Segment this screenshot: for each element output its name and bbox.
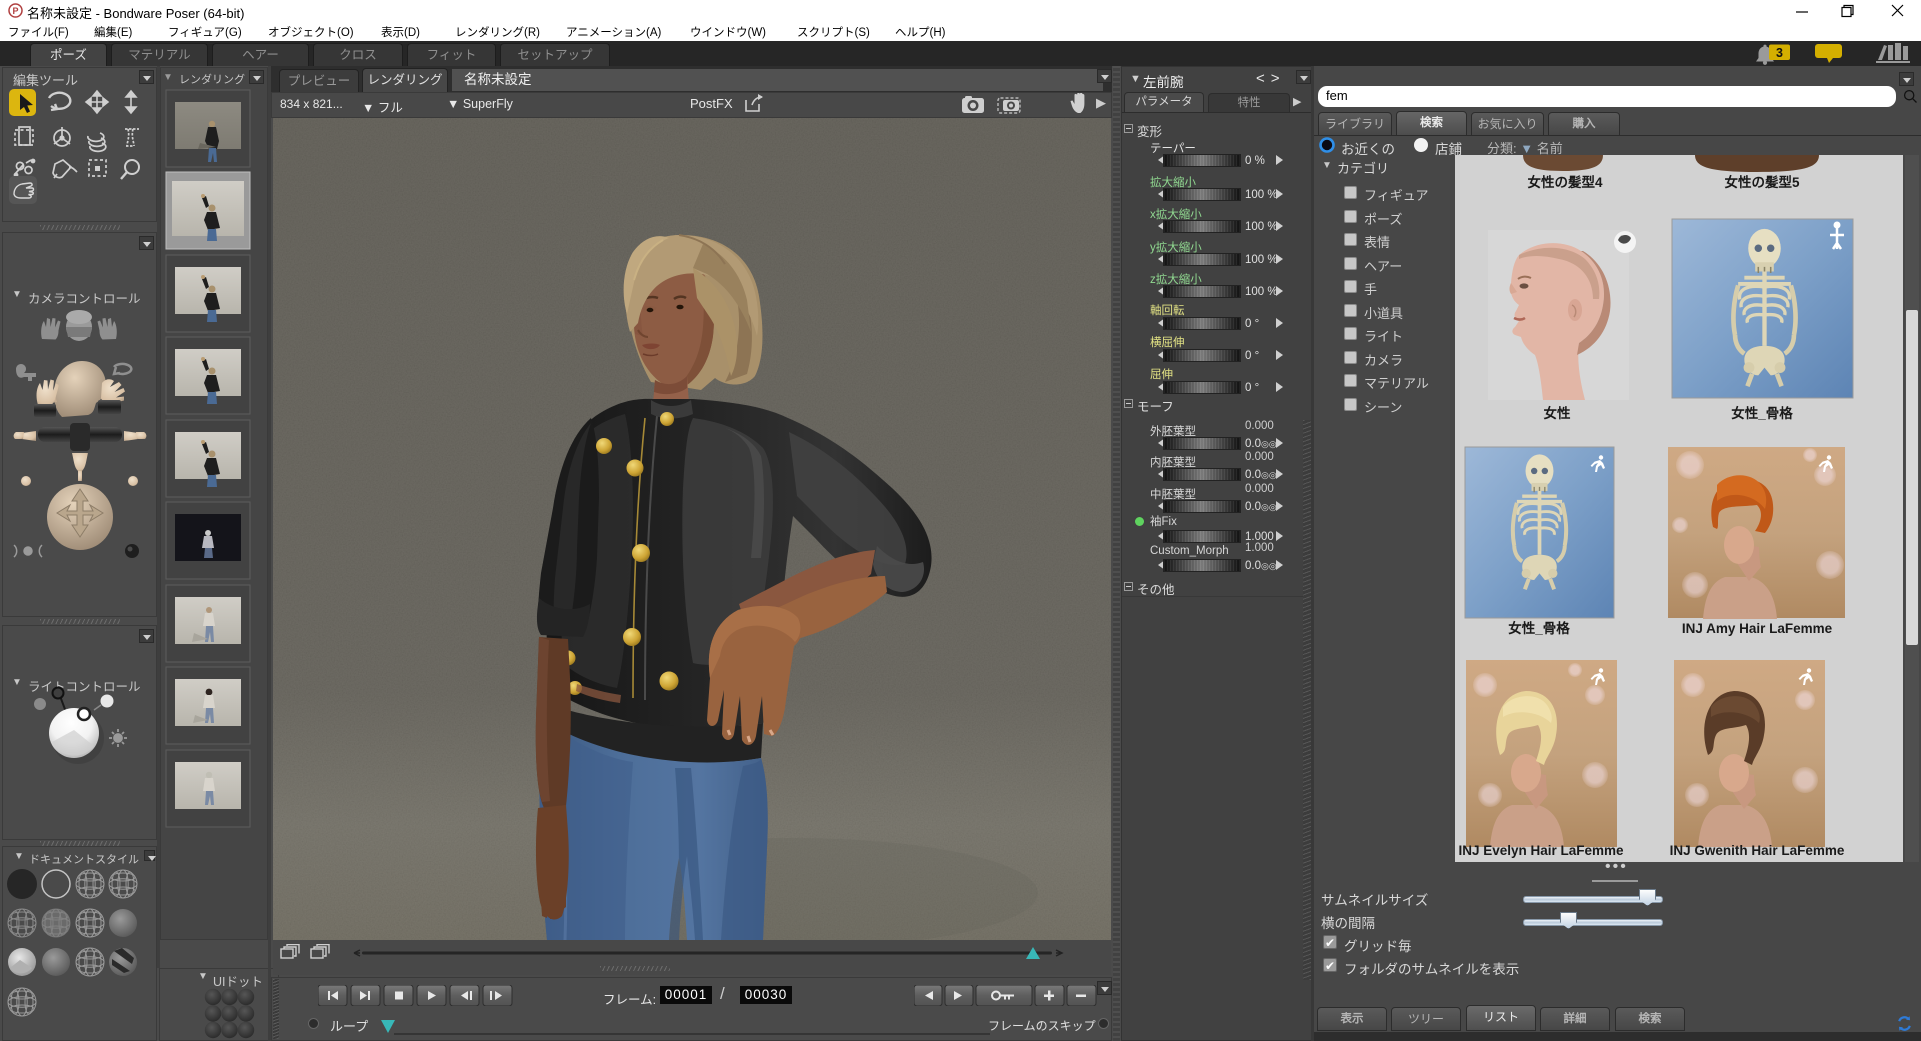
svg-text:女性_骨格: 女性_骨格 <box>1508 620 1570 636</box>
svg-text:INJ Amy Hair LaFemme: INJ Amy Hair LaFemme <box>1682 621 1833 636</box>
svg-text:女性_骨格: 女性_骨格 <box>1731 405 1793 421</box>
svg-text:INJ Gwenith Hair LaFemme: INJ Gwenith Hair LaFemme <box>1670 843 1845 858</box>
svg-text:女性: 女性 <box>1544 405 1572 421</box>
svg-text:INJ Evelyn Hair LaFemme: INJ Evelyn Hair LaFemme <box>1458 843 1624 858</box>
svg-text:3: 3 <box>1776 46 1783 60</box>
svg-text:女性の髪型5: 女性の髪型5 <box>1724 174 1799 190</box>
svg-text:P: P <box>12 6 18 16</box>
svg-text:女性の髪型4: 女性の髪型4 <box>1527 174 1602 190</box>
